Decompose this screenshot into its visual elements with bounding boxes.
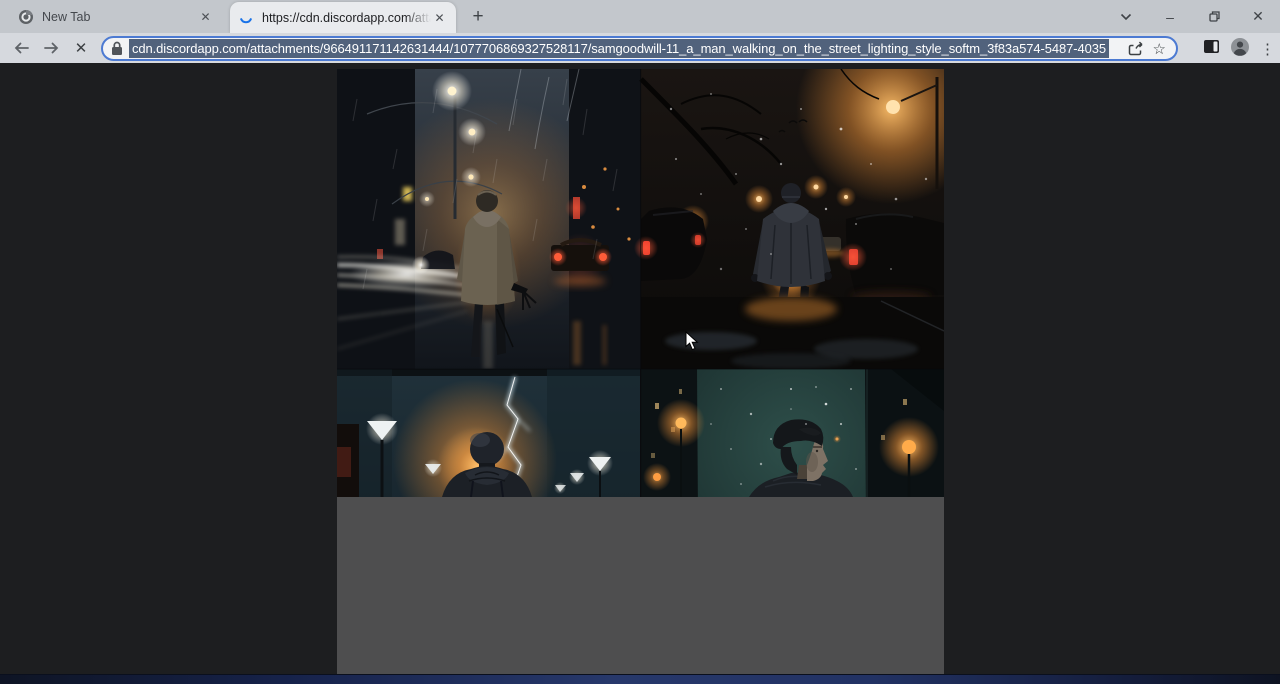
- share-icon[interactable]: [1128, 41, 1144, 56]
- minimize-icon[interactable]: –: [1148, 2, 1192, 32]
- tab-title: https://cdn.discordapp.com/atta: [262, 11, 431, 25]
- lock-icon[interactable]: [111, 41, 123, 56]
- new-tab-icon[interactable]: +: [465, 5, 491, 29]
- restore-icon[interactable]: [1192, 2, 1236, 32]
- toolbar-right: ⋮: [1203, 36, 1274, 62]
- address-bar[interactable]: cdn.discordapp.com/attachments/966491171…: [101, 36, 1178, 61]
- profile-avatar-icon[interactable]: [1230, 37, 1250, 62]
- url-selected-text: cdn.discordapp.com/attachments/966491171…: [129, 39, 1109, 58]
- url-text[interactable]: cdn.discordapp.com/attachments/966491171…: [129, 39, 1119, 58]
- taskbar-edge[interactable]: [0, 674, 1280, 684]
- image-unloaded-placeholder: [337, 497, 944, 674]
- title-fade: [405, 11, 431, 25]
- forward-icon[interactable]: [36, 34, 66, 62]
- back-icon[interactable]: [6, 34, 36, 62]
- chrome-favicon-icon: [18, 9, 34, 25]
- mouse-cursor: [685, 331, 699, 356]
- tab-strip: New Tab ✕ https://cdn.discordapp.com/att…: [0, 0, 1280, 33]
- stop-icon[interactable]: ✕: [66, 34, 96, 62]
- tab-discord-cdn[interactable]: https://cdn.discordapp.com/atta ✕: [230, 2, 456, 33]
- window-controls: – ✕: [1104, 0, 1280, 33]
- tab-new-tab[interactable]: New Tab ✕: [10, 0, 222, 33]
- tab-search-chevron-icon[interactable]: [1104, 2, 1148, 32]
- bookmark-star-icon[interactable]: ☆: [1153, 40, 1166, 58]
- tab-title: New Tab: [42, 10, 197, 24]
- toolbar: ✕ cdn.discordapp.com/attachments/9664911…: [0, 33, 1280, 63]
- tab-close-icon[interactable]: ✕: [197, 8, 214, 25]
- page-viewport: [0, 63, 1280, 684]
- tab-close-icon[interactable]: ✕: [431, 9, 448, 26]
- loading-spinner-icon: [238, 10, 254, 26]
- generated-image-grid[interactable]: [337, 69, 944, 674]
- side-panel-icon[interactable]: [1203, 39, 1220, 59]
- menu-kebab-icon[interactable]: ⋮: [1260, 40, 1274, 58]
- window-close-icon[interactable]: ✕: [1236, 2, 1280, 32]
